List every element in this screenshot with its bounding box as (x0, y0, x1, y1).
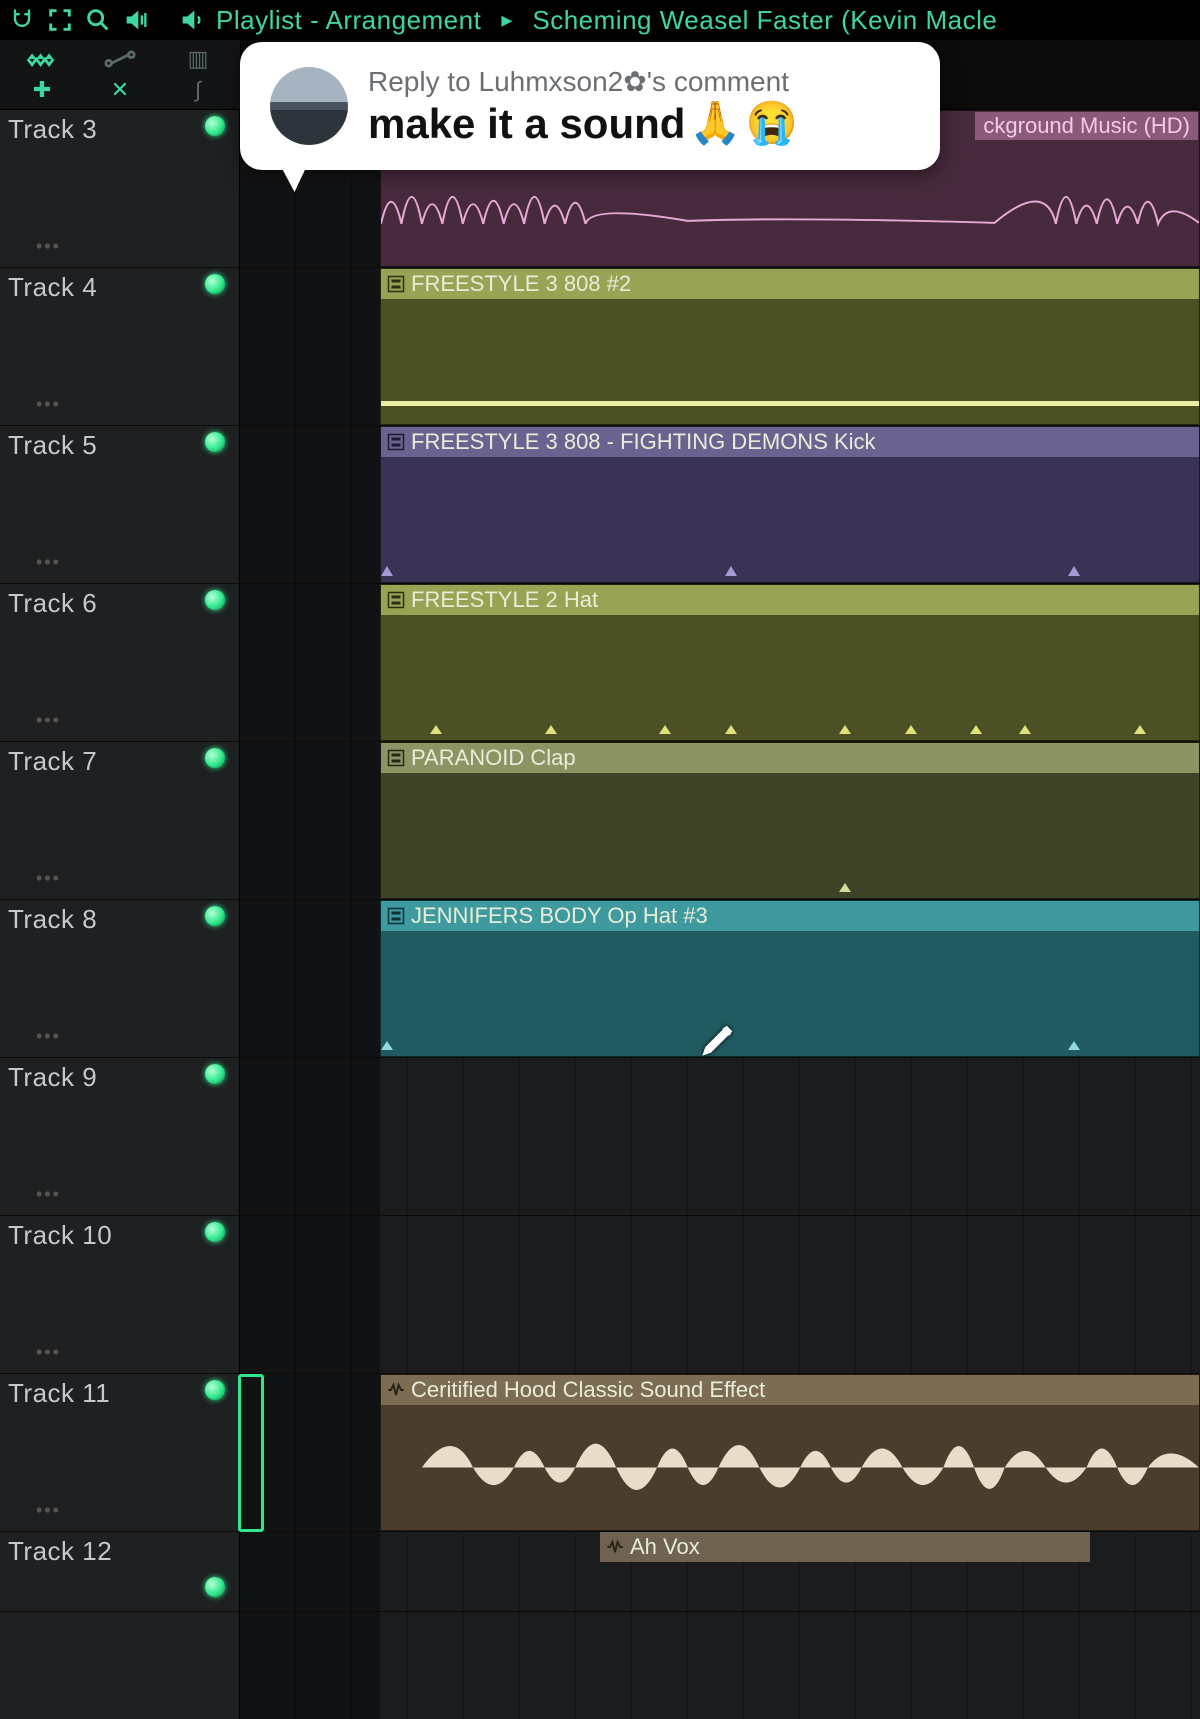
audio-clip-track11[interactable]: Ceritified Hood Classic Sound Effect (380, 1374, 1200, 1531)
track-header-3[interactable]: Track 3 ••• (0, 110, 239, 268)
track-row-5[interactable]: FREESTYLE 3 808 - FIGHTING DEMONS Kick (240, 426, 1200, 584)
track-row-9[interactable] (240, 1058, 1200, 1216)
breadcrumb-arrow-icon: ▸ (501, 7, 512, 33)
timeline[interactable]: ckground Music (HD) FREESTYLE 3 808 #2 (240, 110, 1200, 1719)
track-name: Track 5 (8, 430, 231, 461)
audio-clip-icon (387, 1381, 405, 1399)
track-enable-led[interactable] (205, 116, 225, 136)
audio-clip-track12[interactable]: Ah Vox (600, 1532, 1090, 1562)
playlist-label[interactable]: Playlist - Arrangement (216, 5, 481, 36)
main-area: Track 3 ••• Track 4 ••• Track 5 ••• Trac… (0, 110, 1200, 1719)
track-row-11[interactable]: Ceritified Hood Classic Sound Effect (240, 1374, 1200, 1532)
track-header-12[interactable]: Track 12 (0, 1532, 239, 1612)
track-headers: Track 3 ••• Track 4 ••• Track 5 ••• Trac… (0, 110, 240, 1719)
track-header-6[interactable]: Track 6 ••• (0, 584, 239, 742)
speaker-icon[interactable] (178, 6, 206, 34)
add-icon[interactable]: ✚ (4, 76, 80, 106)
track-drag-handle-icon[interactable]: ••• (36, 1342, 61, 1363)
clip-title: PARANOID Clap (411, 745, 576, 771)
track-name: Track 6 (8, 588, 231, 619)
cry-emoji-icon: 😭 (746, 99, 798, 148)
audio-clip-icon (606, 1538, 624, 1556)
midi-clip-track7[interactable]: PARANOID Clap (380, 742, 1200, 899)
curve-icon[interactable]: ∫ (160, 76, 236, 106)
track-header-9[interactable]: Track 9 ••• (0, 1058, 239, 1216)
track-name: Track 11 (8, 1378, 231, 1409)
subtoolbar-left: ▥ ✚ ✕ ∫ (0, 40, 240, 109)
track-header-7[interactable]: Track 7 ••• (0, 742, 239, 900)
top-toolbar: Playlist - Arrangement ▸ Scheming Weasel… (0, 0, 1200, 40)
piano-roll-icon[interactable]: ▥ (160, 44, 236, 74)
commenter-avatar (270, 67, 348, 145)
track-enable-led[interactable] (205, 1577, 225, 1597)
clip-title: FREESTYLE 3 808 - FIGHTING DEMONS Kick (411, 429, 876, 455)
track-drag-handle-icon[interactable]: ••• (36, 1026, 61, 1047)
midi-clip-icon (387, 907, 405, 925)
track-enable-led[interactable] (205, 1222, 225, 1242)
midi-clip-icon (387, 433, 405, 451)
close-icon[interactable]: ✕ (82, 76, 158, 106)
track-enable-led[interactable] (205, 1380, 225, 1400)
clip-title: FREESTYLE 2 Hat (411, 587, 598, 613)
track-name: Track 7 (8, 746, 231, 777)
midi-clip-track5[interactable]: FREESTYLE 3 808 - FIGHTING DEMONS Kick (380, 426, 1200, 583)
reply-to-line: Reply to Luhmxson2✿'s comment (368, 64, 910, 99)
track-name: Track 9 (8, 1062, 231, 1093)
pray-emoji-icon: 🙏 (689, 99, 741, 148)
volume-icon[interactable] (122, 6, 150, 34)
fullscreen-icon[interactable] (46, 6, 74, 34)
comment-reply-bubble: Reply to Luhmxson2✿'s comment make it a … (240, 42, 940, 170)
waveform-mode-icon[interactable] (4, 44, 80, 74)
track-header-10[interactable]: Track 10 ••• (0, 1216, 239, 1374)
track-selection-marker[interactable] (238, 1374, 264, 1532)
track-name: Track 4 (8, 272, 231, 303)
midi-clip-track4[interactable]: FREESTYLE 3 808 #2 (380, 268, 1200, 425)
track-row-6[interactable]: FREESTYLE 2 Hat (240, 584, 1200, 742)
track-header-8[interactable]: Track 8 ••• (0, 900, 239, 1058)
track-drag-handle-icon[interactable]: ••• (36, 1500, 61, 1521)
midi-clip-icon (387, 591, 405, 609)
track-row-4[interactable]: FREESTYLE 3 808 #2 (240, 268, 1200, 426)
zoom-icon[interactable] (84, 6, 112, 34)
comment-text: make it a sound 🙏 😭 (368, 99, 910, 148)
track-name: Track 12 (8, 1536, 231, 1567)
track-drag-handle-icon[interactable]: ••• (36, 868, 61, 889)
clip-title: JENNIFERS BODY Op Hat #3 (411, 903, 708, 929)
midi-clip-icon (387, 275, 405, 293)
track-row-10[interactable] (240, 1216, 1200, 1374)
track-header-5[interactable]: Track 5 ••• (0, 426, 239, 584)
midi-clip-track6[interactable]: FREESTYLE 2 Hat (380, 584, 1200, 741)
clip-title: Ah Vox (630, 1534, 700, 1560)
track-drag-handle-icon[interactable]: ••• (36, 236, 61, 257)
track-header-4[interactable]: Track 4 ••• (0, 268, 239, 426)
song-title[interactable]: Scheming Weasel Faster (Kevin Macle (532, 5, 997, 36)
track-enable-led[interactable] (205, 432, 225, 452)
track-enable-led[interactable] (205, 906, 225, 926)
track-enable-led[interactable] (205, 274, 225, 294)
midi-clip-icon (387, 749, 405, 767)
track-enable-led[interactable] (205, 748, 225, 768)
magnet-icon[interactable] (8, 6, 36, 34)
track-drag-handle-icon[interactable]: ••• (36, 552, 61, 573)
track-enable-led[interactable] (205, 590, 225, 610)
track-drag-handle-icon[interactable]: ••• (36, 1184, 61, 1205)
track-drag-handle-icon[interactable]: ••• (36, 710, 61, 731)
track-name: Track 8 (8, 904, 231, 935)
midi-clip-track8[interactable]: JENNIFERS BODY Op Hat #3 (380, 900, 1200, 1057)
comment-main-text: make it a sound (368, 100, 685, 148)
track-header-11[interactable]: Track 11 ••• (0, 1374, 239, 1532)
pencil-cursor-icon (700, 1018, 740, 1058)
clip-title: FREESTYLE 3 808 #2 (411, 271, 631, 297)
automation-icon[interactable] (82, 44, 158, 74)
track-enable-led[interactable] (205, 1064, 225, 1084)
clip-title: Ceritified Hood Classic Sound Effect (411, 1377, 765, 1403)
track-row-7[interactable]: PARANOID Clap (240, 742, 1200, 900)
track-drag-handle-icon[interactable]: ••• (36, 394, 61, 415)
track-name: Track 3 (8, 114, 231, 145)
track-row-12[interactable]: Ah Vox (240, 1532, 1200, 1612)
track-name: Track 10 (8, 1220, 231, 1251)
